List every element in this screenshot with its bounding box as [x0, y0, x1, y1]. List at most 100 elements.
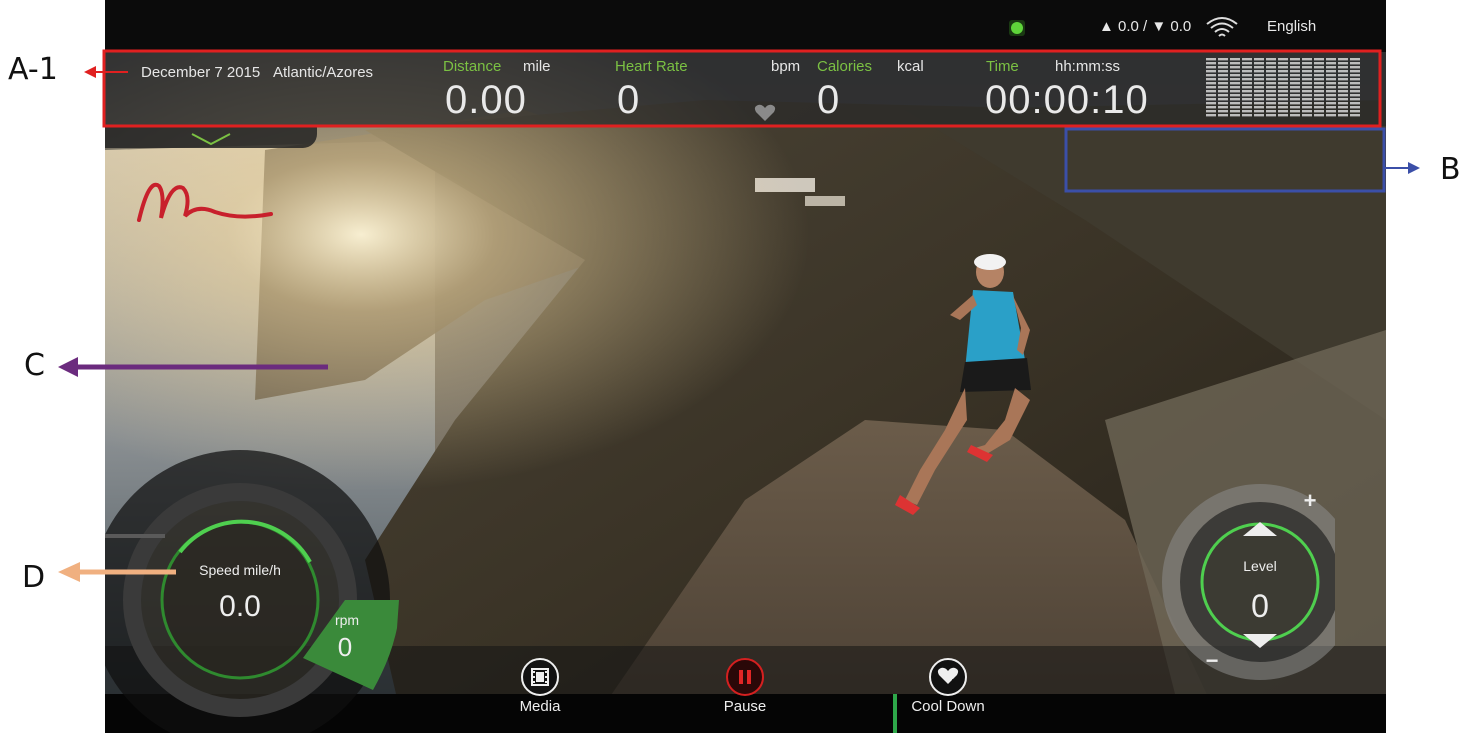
current-date: December 7 2015 — [141, 64, 261, 81]
bar-segment — [1254, 90, 1264, 93]
level-decrease-button[interactable]: − — [1199, 648, 1225, 674]
bar-segment — [1302, 106, 1312, 109]
bar-segment — [1326, 74, 1336, 77]
callout-a1-label: A-1 — [8, 52, 58, 87]
bar-segment — [1254, 74, 1264, 77]
bar-segment — [1218, 58, 1228, 61]
bar-segment — [1326, 106, 1336, 109]
console-screen: ▲ 0.0 / ▼ 0.0 English December 7 2015 At… — [105, 0, 1386, 733]
heart-icon — [754, 104, 776, 121]
time-value: 00:00:10 — [985, 78, 1149, 122]
bar-segment — [1218, 90, 1228, 93]
bar-segment — [1242, 82, 1252, 85]
bar-segment — [1338, 114, 1348, 117]
bar-segment — [1218, 106, 1228, 109]
distance-unit: mile — [523, 58, 551, 75]
bar-segment — [1326, 114, 1336, 117]
bar-segment — [1314, 82, 1324, 85]
bar-segment — [1290, 98, 1300, 101]
bar-segment — [1314, 78, 1324, 81]
bar-segment — [1254, 106, 1264, 109]
cool-down-divider — [893, 694, 897, 733]
bar-segment — [1314, 102, 1324, 105]
bar-segment — [1326, 102, 1336, 105]
bar-segment — [1254, 70, 1264, 73]
bar-segment — [1314, 114, 1324, 117]
bar-segment — [1278, 114, 1288, 117]
bar-segment — [1350, 110, 1360, 113]
cool-down-button[interactable]: Cool Down — [903, 658, 993, 730]
bar-segment — [1206, 78, 1216, 81]
bar-segment — [1254, 82, 1264, 85]
calories-value: 0 — [817, 78, 841, 122]
bar-segment — [1314, 98, 1324, 101]
bar-segment — [1290, 66, 1300, 69]
bar-segment — [1326, 90, 1336, 93]
bar-segment — [1218, 110, 1228, 113]
bar-segment — [1338, 94, 1348, 97]
bar-segment — [1242, 66, 1252, 69]
bar-segment — [1218, 66, 1228, 69]
level-value: 0 — [1251, 588, 1269, 624]
bar-segment — [1266, 70, 1276, 73]
bar-segment — [1302, 98, 1312, 101]
bar-segment — [1290, 58, 1300, 61]
level-increase-button[interactable]: + — [1297, 488, 1323, 514]
bar-segment — [1290, 62, 1300, 65]
bar-segment — [1278, 102, 1288, 105]
bar-segment — [1206, 110, 1216, 113]
bar-segment — [1218, 62, 1228, 65]
bar-segment — [1206, 58, 1216, 61]
media-button[interactable]: Media — [495, 658, 585, 730]
bar-segment — [1314, 86, 1324, 89]
bar-segment — [1230, 78, 1240, 81]
bar-segment — [1338, 74, 1348, 77]
media-label: Media — [519, 698, 561, 715]
bar-segment — [1266, 90, 1276, 93]
bar-segment — [1218, 98, 1228, 101]
bar-segment — [1350, 62, 1360, 65]
logo-icon — [137, 182, 273, 222]
bar-segment — [1254, 114, 1264, 117]
bar-segment — [1290, 102, 1300, 105]
bar-segment — [1350, 102, 1360, 105]
distance-label: Distance — [443, 58, 502, 75]
bar-segment — [1338, 90, 1348, 93]
bar-segment — [1266, 82, 1276, 85]
incline-readout: ▲ 0.0 / ▼ 0.0 — [1099, 18, 1192, 35]
pause-button[interactable]: Pause — [700, 658, 790, 730]
bar-segment — [1266, 58, 1276, 61]
bar-segment — [1278, 86, 1288, 89]
bar-segment — [1290, 106, 1300, 109]
bar-segment — [1230, 82, 1240, 85]
rpm-value: 0 — [337, 632, 353, 662]
bar-segment — [1290, 110, 1300, 113]
bar-segment — [1326, 110, 1336, 113]
bar-segment — [1254, 78, 1264, 81]
timezone: Atlantic/Azores — [273, 64, 374, 81]
bar-segment — [1266, 62, 1276, 65]
film-icon — [531, 668, 549, 686]
language-selector[interactable]: English — [1267, 18, 1316, 35]
bar-segment — [1266, 66, 1276, 69]
bar-segment — [1338, 58, 1348, 61]
metrics-expand-tab[interactable] — [105, 126, 317, 148]
status-strip: ▲ 0.0 / ▼ 0.0 English — [105, 0, 1386, 52]
cool-down-label: Cool Down — [911, 698, 985, 715]
wifi-icon[interactable] — [1205, 16, 1239, 40]
bar-segment — [1266, 106, 1276, 109]
bar-segment — [1254, 98, 1264, 101]
heart-rate-value: 0 — [617, 78, 641, 122]
status-led-icon — [1009, 20, 1025, 36]
bar-segment — [1206, 98, 1216, 101]
callout-d-label: D — [22, 560, 46, 595]
bar-segment — [1290, 82, 1300, 85]
bar-segment — [1206, 82, 1216, 85]
bar-segment — [1350, 74, 1360, 77]
bar-segment — [1290, 70, 1300, 73]
bar-segment — [1290, 74, 1300, 77]
bar-segment — [1242, 58, 1252, 61]
callout-c-label: C — [24, 348, 45, 383]
bar-segment — [1326, 62, 1336, 65]
bar-segment — [1206, 62, 1216, 65]
